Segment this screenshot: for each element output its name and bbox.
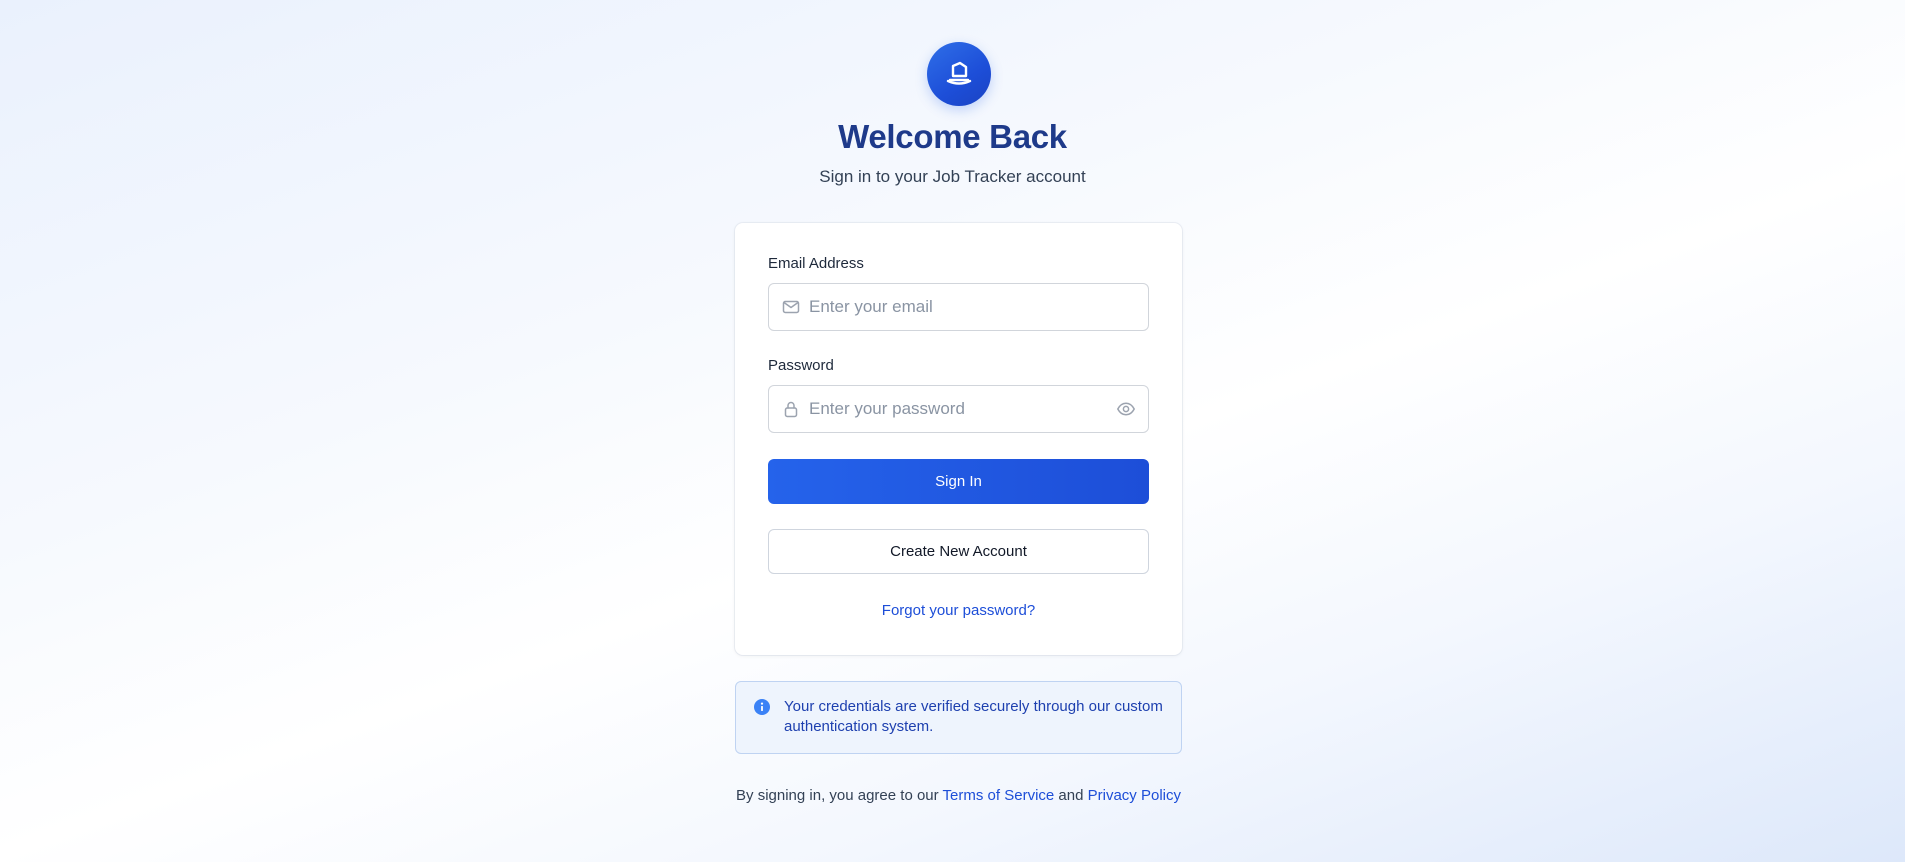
eye-icon[interactable] [1116, 399, 1136, 419]
info-notice-text: Your credentials are verified securely t… [784, 698, 1163, 735]
briefcase-icon [927, 42, 991, 106]
email-label: Email Address [768, 255, 864, 272]
legal-notice: By signing in, you agree to our Terms of… [735, 786, 1182, 806]
login-page: Welcome Back Sign in to your Job Tracker… [0, 0, 1905, 862]
info-icon [754, 699, 770, 715]
create-account-button[interactable]: Create New Account [768, 529, 1149, 574]
email-input[interactable] [809, 284, 1109, 330]
email-field-wrapper[interactable] [768, 283, 1149, 331]
terms-of-service-link[interactable]: Terms of Service [943, 787, 1055, 804]
mail-icon [781, 297, 801, 317]
password-label: Password [768, 357, 834, 374]
legal-conjunction: and [1054, 787, 1088, 804]
info-notice: Your credentials are verified securely t… [735, 681, 1182, 754]
privacy-policy-link[interactable]: Privacy Policy [1088, 787, 1181, 804]
sign-in-button[interactable]: Sign In [768, 459, 1149, 504]
lock-icon [781, 399, 801, 419]
legal-prefix: By signing in, you agree to our [736, 787, 943, 804]
page-subtitle: Sign in to your Job Tracker account [819, 167, 1086, 186]
password-input[interactable] [809, 386, 1109, 432]
login-card: Email Address Password [735, 223, 1182, 655]
forgot-password-link[interactable]: Forgot your password? [735, 602, 1182, 619]
password-field-wrapper[interactable] [768, 385, 1149, 433]
page-title: Welcome Back [838, 118, 1067, 155]
